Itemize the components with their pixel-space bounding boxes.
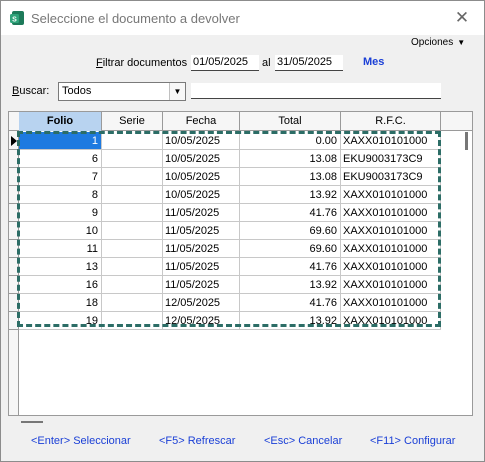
search-field-combo[interactable]: Todos ▼	[58, 82, 186, 101]
chevron-down-icon: ▼	[457, 38, 466, 47]
chevron-down-icon[interactable]: ▼	[169, 83, 185, 100]
select-link[interactable]: <Enter> Seleccionar	[31, 435, 131, 447]
document-select-window: S Seleccione el documento a devolver ✕ O…	[0, 0, 485, 462]
search-label-rest: uscar:	[19, 85, 50, 97]
filter-label-mnemonic: F	[96, 57, 103, 69]
title-bar: S Seleccione el documento a devolver ✕	[1, 1, 484, 35]
highlighted-rows-region	[17, 131, 441, 327]
svg-text:S: S	[12, 16, 17, 23]
column-header-fecha[interactable]: Fecha	[163, 112, 240, 131]
close-button[interactable]: ✕	[449, 5, 475, 31]
search-input[interactable]	[191, 83, 441, 99]
vertical-scrollbar[interactable]	[464, 132, 472, 415]
date-to-field[interactable]: 31/05/2025	[275, 55, 343, 71]
options-label: Opciones	[411, 37, 454, 48]
column-header-folio[interactable]: Folio	[19, 112, 102, 131]
options-menu[interactable]: Opciones ▼	[411, 37, 465, 48]
search-combo-value: Todos	[62, 85, 92, 97]
cancel-link[interactable]: <Esc> Cancelar	[264, 435, 342, 447]
window-title: Seleccione el documento a devolver	[31, 11, 240, 26]
refresh-link[interactable]: <F5> Refrescar	[159, 435, 235, 447]
filter-label-rest: iltrar documentos	[102, 57, 188, 69]
configure-link[interactable]: <F11> Configurar	[370, 435, 455, 447]
grid-header: Folio Serie Fecha Total R.F.C.	[9, 112, 472, 131]
column-header-total[interactable]: Total	[240, 112, 341, 131]
search-label: Buscar:	[12, 85, 49, 97]
vertical-scrollbar-thumb[interactable]	[465, 132, 468, 150]
filter-label: Filtrar documentos	[96, 57, 187, 69]
date-connector-label: al	[262, 57, 271, 69]
date-from-field[interactable]: 01/05/2025	[191, 55, 259, 71]
horizontal-scrollbar-thumb[interactable]	[21, 421, 43, 423]
app-icon: S	[10, 11, 24, 25]
footer-shortcuts: <Enter> Seleccionar <F5> Refrescar <Esc>…	[2, 429, 483, 459]
month-button[interactable]: Mes	[363, 56, 384, 68]
column-header-serie[interactable]: Serie	[102, 112, 163, 131]
column-header-rfc[interactable]: R.F.C.	[341, 112, 441, 131]
